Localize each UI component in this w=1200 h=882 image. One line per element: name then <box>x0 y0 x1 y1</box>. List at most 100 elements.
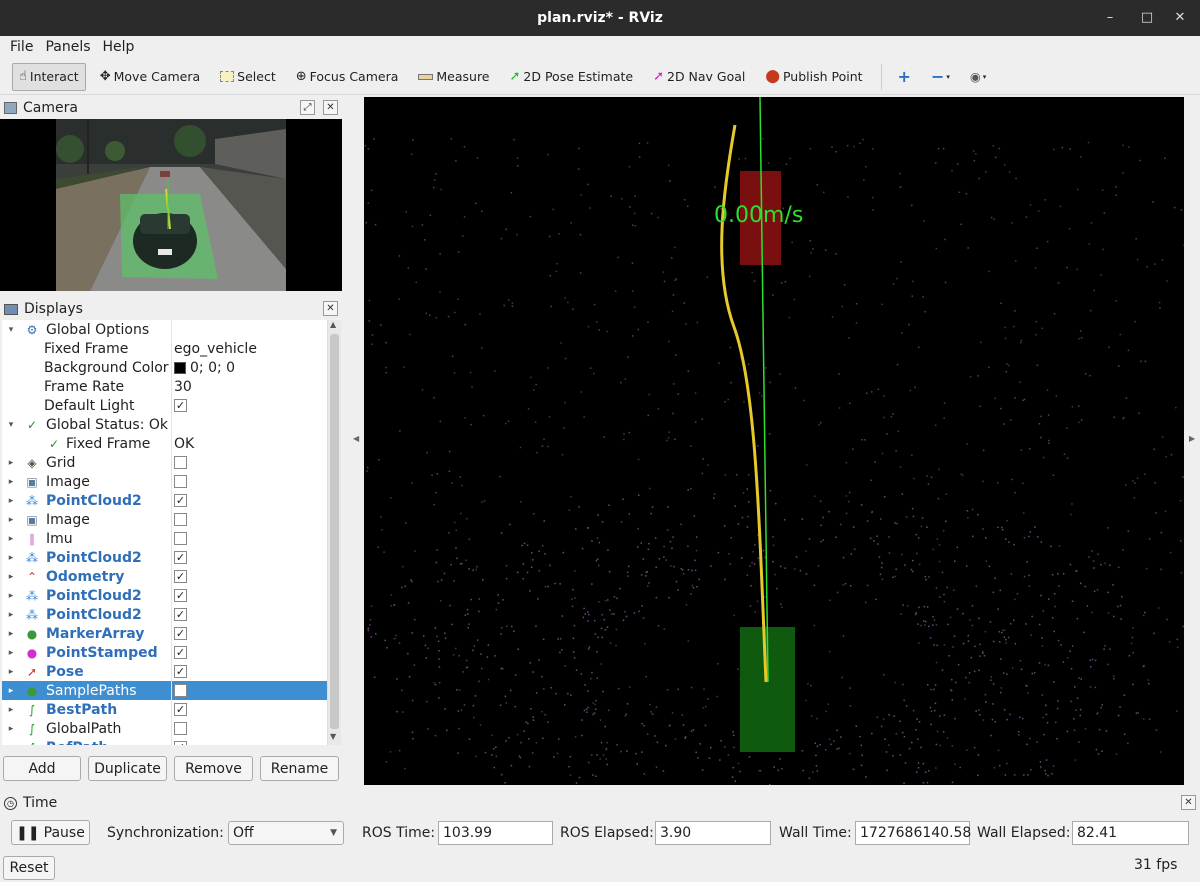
menu-panels[interactable]: Panels <box>39 39 96 55</box>
menu-file[interactable]: File <box>4 39 39 55</box>
display-row-value[interactable]: ✓ <box>174 494 187 507</box>
display-row-value[interactable]: ✓ <box>174 646 187 659</box>
move-camera-tool[interactable]: ✥ Move Camera <box>94 63 206 91</box>
displays-tree[interactable]: ▾ ⚙ Global Options Fixed Frame ego_vehicle Ba… <box>2 320 327 745</box>
display-row[interactable]: ▸ ● MarkerArray ✓ <box>2 624 327 643</box>
visibility-checkbox[interactable]: ✓ <box>174 646 187 659</box>
pose-estimate-tool[interactable]: ➚ 2D Pose Estimate <box>504 63 640 91</box>
expand-right-icon[interactable]: ▸ <box>6 591 16 601</box>
float-panel-icon[interactable]: ⤢ <box>300 100 315 115</box>
display-row[interactable]: ▸ ▣ Image <box>2 472 327 491</box>
select-tool[interactable]: Select <box>214 63 282 91</box>
expand-right-icon[interactable]: ▸ <box>6 534 16 544</box>
visibility-checkbox[interactable]: ✓ <box>174 399 187 412</box>
display-row[interactable]: ▸ ⁂ PointCloud2 ✓ <box>2 491 327 510</box>
close-window-icon[interactable]: ✕ <box>1173 11 1187 25</box>
display-row-value[interactable] <box>174 722 187 735</box>
visibility-checkbox[interactable] <box>174 684 187 697</box>
display-row-value[interactable]: ✓ <box>174 589 187 602</box>
close-panel-icon[interactable]: ✕ <box>1181 795 1196 810</box>
ros-elapsed-field[interactable]: 3.90 <box>655 821 771 845</box>
color-swatch[interactable] <box>174 361 186 374</box>
expand-right-icon[interactable]: ▸ <box>6 667 16 677</box>
add-tool-button[interactable]: + <box>892 63 917 91</box>
visibility-checkbox[interactable] <box>174 532 187 545</box>
display-row[interactable]: ▸ ● PointStamped ✓ <box>2 643 327 662</box>
visibility-checkbox[interactable]: ✓ <box>174 627 187 640</box>
display-row[interactable]: ▸ ⌃ Odometry ✓ <box>2 567 327 586</box>
remove-button[interactable]: Remove <box>174 756 253 781</box>
menu-help[interactable]: Help <box>97 39 141 55</box>
3d-viewport[interactable]: 0.00m/s <box>364 97 1184 785</box>
display-row-value[interactable]: ego_vehicle <box>174 341 257 357</box>
visibility-checkbox[interactable]: ✓ <box>174 608 187 621</box>
display-row-value[interactable] <box>174 456 187 469</box>
display-row-value[interactable] <box>174 684 187 697</box>
display-row-value[interactable]: ✓ <box>174 665 187 678</box>
close-panel-icon[interactable]: ✕ <box>323 301 338 316</box>
expand-right-icon[interactable]: ▸ <box>6 724 16 734</box>
display-row[interactable]: Default Light ✓ <box>2 396 327 415</box>
scroll-up-icon[interactable]: ▲ <box>330 320 336 329</box>
wall-elapsed-field[interactable]: 82.41 <box>1072 821 1189 845</box>
reset-button[interactable]: Reset <box>3 856 55 880</box>
display-row[interactable]: ▸ ∫ GlobalPath <box>2 719 327 738</box>
scroll-down-icon[interactable]: ▼ <box>330 732 336 741</box>
visibility-checkbox[interactable]: ✓ <box>174 494 187 507</box>
display-row-value[interactable] <box>174 532 187 545</box>
add-button[interactable]: Add <box>3 756 81 781</box>
display-row[interactable]: ▸ ⁂ PointCloud2 ✓ <box>2 548 327 567</box>
display-row-value[interactable]: ✓ <box>174 570 187 583</box>
display-row[interactable]: ▾ ⚙ Global Options <box>2 320 327 339</box>
expand-right-icon[interactable]: ▸ <box>6 686 16 696</box>
display-row[interactable]: Fixed Frame ego_vehicle <box>2 339 327 358</box>
visibility-checkbox[interactable] <box>174 456 187 469</box>
display-row[interactable]: ▸ ➚ Pose ✓ <box>2 662 327 681</box>
display-row-value[interactable]: ✓ <box>174 551 187 564</box>
visibility-checkbox[interactable] <box>174 722 187 735</box>
display-row[interactable]: ▸ ⁂ PointCloud2 ✓ <box>2 605 327 624</box>
display-row[interactable]: ▸ ● SamplePaths <box>2 681 327 700</box>
maximize-icon[interactable]: □ <box>1140 11 1154 25</box>
expand-right-icon[interactable]: ▸ <box>6 477 16 487</box>
display-row-value[interactable]: 0; 0; 0 <box>174 360 235 376</box>
displays-scrollbar[interactable]: ▲ ▼ <box>327 320 341 745</box>
display-row[interactable]: ▸ ∫ BestPath ✓ <box>2 700 327 719</box>
display-row[interactable]: ▸ ∥ Imu <box>2 529 327 548</box>
expand-down-icon[interactable]: ▾ <box>6 325 16 335</box>
display-row[interactable]: ▸ ∫ RefPath ✓ <box>2 738 327 745</box>
focus-camera-tool[interactable]: ⊕ Focus Camera <box>290 63 405 91</box>
visibility-checkbox[interactable] <box>174 513 187 526</box>
close-panel-icon[interactable]: ✕ <box>323 100 338 115</box>
display-row[interactable]: ✓ Fixed Frame OK <box>2 434 327 453</box>
display-row-value[interactable]: ✓ <box>174 627 187 640</box>
scroll-thumb[interactable] <box>330 334 339 729</box>
display-row-value[interactable]: ✓ <box>174 741 187 745</box>
expand-right-icon[interactable]: ▸ <box>6 572 16 582</box>
visibility-checkbox[interactable] <box>174 475 187 488</box>
expand-right-icon[interactable]: ▸ <box>6 458 16 468</box>
expand-right-icon[interactable]: ▸ <box>6 553 16 563</box>
expand-right-icon[interactable]: ▸ <box>6 610 16 620</box>
display-row[interactable]: Background Color 0; 0; 0 <box>2 358 327 377</box>
view-menu-button[interactable]: ◉ ▾ <box>964 63 992 91</box>
visibility-checkbox[interactable]: ✓ <box>174 589 187 602</box>
interact-tool[interactable]: ☝ Interact <box>12 62 86 91</box>
display-row-value[interactable] <box>174 475 187 488</box>
expand-down-icon[interactable]: ▾ <box>6 420 16 430</box>
expand-right-icon[interactable]: ▸ <box>6 743 16 746</box>
display-row-value[interactable]: OK <box>174 436 194 452</box>
minimize-icon[interactable]: – <box>1103 11 1117 25</box>
display-row[interactable]: ▸ ▣ Image <box>2 510 327 529</box>
expand-right-icon[interactable]: ▸ <box>6 648 16 658</box>
expand-right-icon[interactable]: ▸ <box>6 629 16 639</box>
visibility-checkbox[interactable]: ✓ <box>174 741 187 745</box>
display-row[interactable]: Frame Rate 30 <box>2 377 327 396</box>
visibility-checkbox[interactable]: ✓ <box>174 665 187 678</box>
ros-time-field[interactable]: 103.99 <box>438 821 553 845</box>
display-row-value[interactable]: ✓ <box>174 608 187 621</box>
expand-right-icon[interactable]: ▸ <box>6 496 16 506</box>
collapse-right-icon[interactable]: ▶ <box>1189 434 1195 443</box>
display-row[interactable]: ▾ ✓ Global Status: Ok <box>2 415 327 434</box>
display-row-value[interactable]: 30 <box>174 379 192 395</box>
